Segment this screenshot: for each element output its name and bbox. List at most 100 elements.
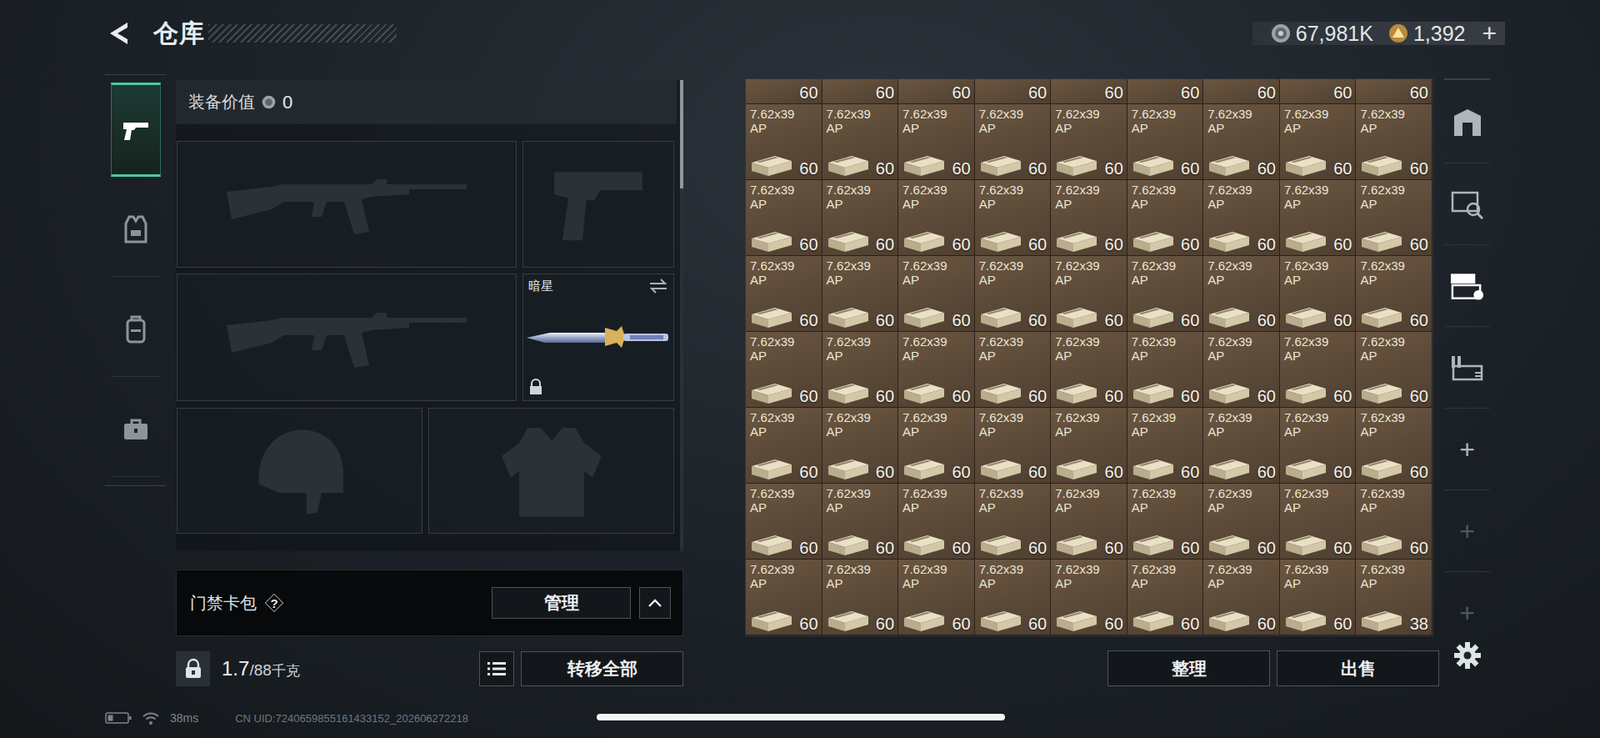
storage-item[interactable]: 7.62x39AP60 [822, 180, 900, 256]
storage-item[interactable]: 7.62x39AP60 [1355, 180, 1433, 256]
storage-item[interactable]: 60 [898, 79, 975, 105]
weight-lock[interactable] [175, 650, 210, 686]
equipment-slot[interactable]: 暗星 [522, 273, 675, 401]
storage-item[interactable]: 7.62x39AP60 [1127, 483, 1205, 560]
storage-item[interactable]: 60 [1127, 79, 1205, 105]
storage-item[interactable]: 7.62x39AP60 [745, 331, 823, 408]
storage-item[interactable]: 7.62x39AP60 [1203, 407, 1280, 484]
storage-item[interactable]: 7.62x39AP60 [745, 180, 823, 256]
storage-item[interactable]: 7.62x39AP60 [1050, 180, 1128, 256]
back-button[interactable] [105, 16, 142, 50]
storage-item[interactable]: 7.62x39AP60 [975, 559, 1052, 635]
storage-tab[interactable] [1444, 326, 1490, 409]
storage-item[interactable]: 7.62x39AP60 [975, 180, 1052, 256]
transfer-all-button[interactable]: 转移全部 [520, 650, 684, 686]
storage-tab[interactable] [1444, 81, 1490, 164]
storage-item[interactable]: 7.62x39AP60 [975, 407, 1052, 484]
storage-item[interactable]: 7.62x39AP60 [898, 559, 975, 635]
storage-item[interactable]: 7.62x39AP60 [1203, 255, 1280, 332]
storage-item[interactable]: 60 [1050, 79, 1128, 105]
storage-item[interactable]: 7.62x39AP38 [1355, 559, 1433, 635]
storage-item[interactable]: 7.62x39AP60 [975, 104, 1052, 180]
storage-item[interactable]: 7.62x39AP60 [1203, 331, 1280, 408]
storage-item[interactable]: 7.62x39AP60 [898, 180, 975, 256]
storage-item[interactable]: 7.62x39AP60 [975, 483, 1052, 560]
storage-tab[interactable] [1444, 245, 1490, 327]
storage-item[interactable]: 7.62x39AP60 [745, 559, 823, 635]
storage-item[interactable]: 7.62x39AP60 [1127, 407, 1205, 484]
storage-tab[interactable]: + [1444, 408, 1490, 490]
storage-item[interactable]: 7.62x39AP60 [822, 483, 900, 560]
storage-item[interactable]: 60 [822, 79, 900, 105]
storage-item[interactable]: 7.62x39AP60 [1127, 559, 1205, 635]
storage-item[interactable]: 60 [745, 79, 823, 105]
storage-item[interactable]: 7.62x39AP60 [1127, 255, 1205, 332]
storage-item[interactable]: 7.62x39AP60 [1280, 407, 1357, 484]
category-tab[interactable] [110, 82, 161, 177]
equipment-slot[interactable] [176, 140, 517, 268]
category-tab[interactable] [110, 282, 161, 377]
storage-item[interactable]: 7.62x39AP60 [898, 104, 975, 180]
equipment-slot[interactable] [428, 407, 675, 534]
storage-item[interactable]: 7.62x39AP60 [898, 331, 975, 408]
storage-item[interactable]: 7.62x39AP60 [1280, 559, 1357, 635]
storage-item[interactable]: 7.62x39AP60 [1203, 559, 1280, 635]
storage-item[interactable]: 7.62x39AP60 [745, 483, 823, 560]
storage-item[interactable]: 7.62x39AP60 [898, 407, 975, 484]
storage-item[interactable]: 7.62x39AP60 [1050, 407, 1128, 484]
storage-item[interactable]: 7.62x39AP60 [822, 104, 900, 180]
storage-item[interactable]: 60 [1280, 79, 1357, 105]
storage-item[interactable]: 7.62x39AP60 [745, 407, 823, 484]
storage-item[interactable]: 7.62x39AP60 [745, 255, 823, 332]
storage-item[interactable]: 7.62x39AP60 [822, 559, 900, 635]
storage-item[interactable]: 7.62x39AP60 [1050, 255, 1128, 332]
add-currency-button[interactable]: + [1480, 20, 1499, 46]
storage-item[interactable]: 7.62x39AP60 [1280, 331, 1357, 408]
storage-item[interactable]: 7.62x39AP60 [1203, 104, 1280, 180]
storage-item[interactable]: 7.62x39AP60 [898, 483, 975, 560]
category-tab[interactable] [110, 182, 161, 277]
storage-item[interactable]: 7.62x39AP60 [745, 104, 823, 180]
storage-item[interactable]: 7.62x39AP60 [1203, 180, 1280, 256]
storage-item[interactable]: 7.62x39AP60 [1280, 255, 1357, 332]
equipment-slot[interactable] [522, 140, 675, 268]
storage-item[interactable]: 7.62x39AP60 [1050, 331, 1128, 408]
storage-action-button[interactable]: 出售 [1276, 650, 1440, 686]
storage-item[interactable]: 7.62x39AP60 [1050, 104, 1128, 180]
storage-item[interactable]: 7.62x39AP60 [1355, 483, 1433, 560]
storage-item[interactable]: 7.62x39AP60 [1280, 104, 1357, 180]
storage-item[interactable]: 60 [975, 79, 1052, 105]
storage-item[interactable]: 60 [1203, 79, 1280, 105]
equipment-scrollbar[interactable] [680, 80, 684, 551]
help-badge[interactable]: ? [265, 593, 284, 612]
storage-item[interactable]: 7.62x39AP60 [975, 255, 1052, 332]
equipment-slot[interactable] [176, 273, 517, 401]
storage-action-button[interactable]: 整理 [1107, 650, 1270, 686]
storage-item[interactable]: 7.62x39AP60 [898, 255, 975, 332]
manage-button[interactable]: 管理 [491, 586, 631, 619]
storage-item[interactable]: 7.62x39AP60 [1127, 331, 1205, 408]
storage-item[interactable]: 7.62x39AP60 [1203, 483, 1280, 560]
storage-tab[interactable] [1444, 163, 1490, 245]
settings-button[interactable] [1450, 638, 1485, 672]
equipment-slot[interactable] [176, 407, 423, 534]
storage-item[interactable]: 7.62x39AP60 [822, 331, 900, 408]
storage-item[interactable]: 7.62x39AP60 [1355, 255, 1433, 332]
category-tab[interactable] [110, 382, 161, 477]
storage-tab[interactable]: + [1444, 490, 1490, 572]
storage-item[interactable]: 60 [1355, 79, 1433, 105]
storage-item[interactable]: 7.62x39AP60 [1127, 104, 1205, 180]
list-view-button[interactable] [479, 650, 515, 686]
storage-item[interactable]: 7.62x39AP60 [975, 331, 1052, 408]
expand-button[interactable] [639, 586, 671, 619]
storage-item[interactable]: 7.62x39AP60 [1280, 180, 1357, 256]
storage-item[interactable]: 7.62x39AP60 [1355, 104, 1433, 180]
storage-item[interactable]: 7.62x39AP60 [1355, 407, 1433, 484]
storage-item[interactable]: 7.62x39AP60 [822, 255, 900, 332]
storage-item[interactable]: 7.62x39AP60 [1355, 331, 1433, 408]
swap-icon[interactable] [648, 277, 669, 295]
storage-item[interactable]: 7.62x39AP60 [1127, 180, 1205, 256]
storage-item[interactable]: 7.62x39AP60 [1050, 559, 1128, 635]
storage-item[interactable]: 7.62x39AP60 [1280, 483, 1357, 560]
storage-item[interactable]: 7.62x39AP60 [1050, 483, 1128, 560]
